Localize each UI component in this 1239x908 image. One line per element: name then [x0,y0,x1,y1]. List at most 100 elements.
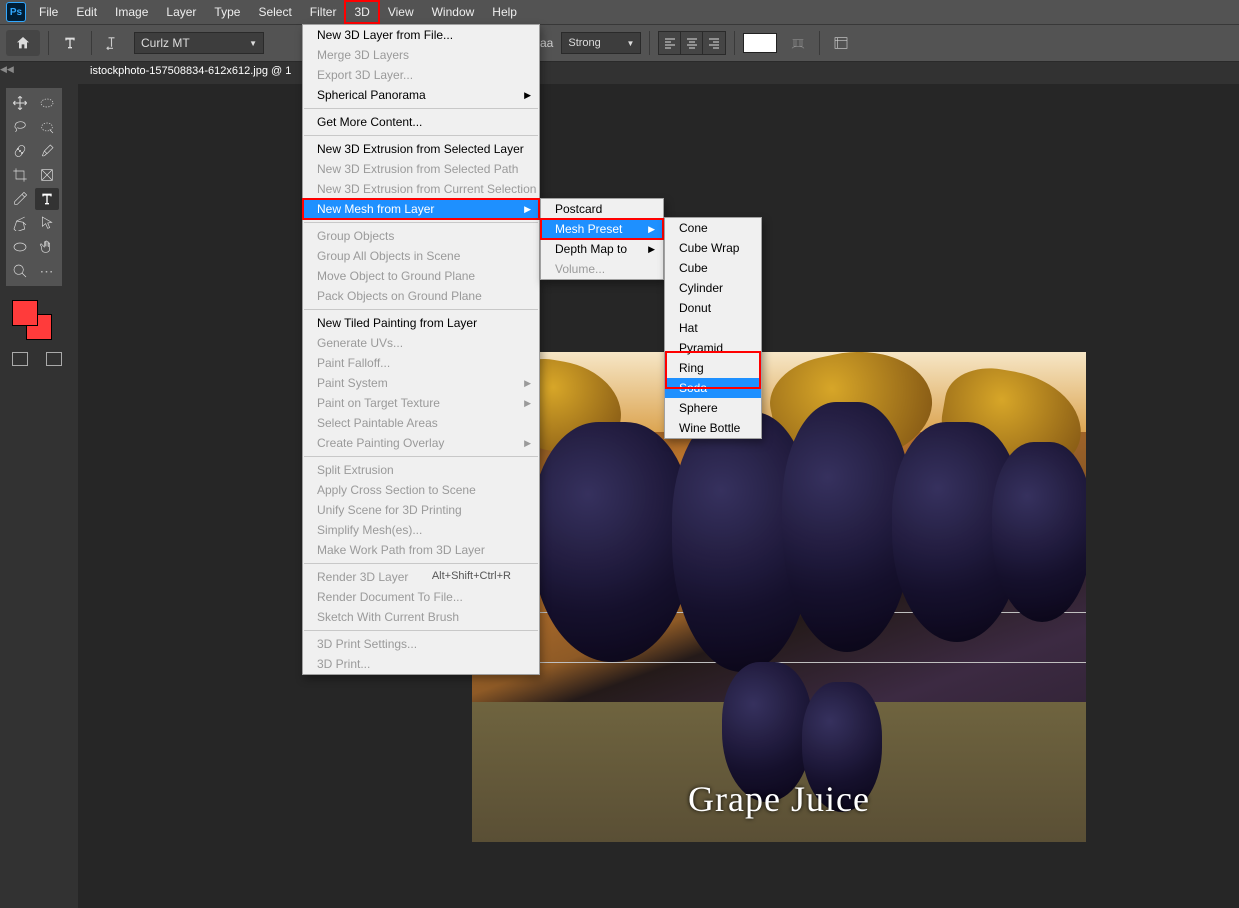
pen-tool[interactable] [8,212,32,234]
submenu-new-mesh: PostcardMesh PresetDepth Map toVolume... [540,198,664,280]
foreground-color-swatch[interactable] [12,300,38,326]
menu-help[interactable]: Help [483,1,526,23]
menuitem-new-tiled-painting-from-layer[interactable]: New Tiled Painting from Layer [303,313,539,333]
menuitem-wine-bottle[interactable]: Wine Bottle [665,418,761,438]
menuitem-mesh-preset[interactable]: Mesh Preset [541,219,663,239]
divider [48,31,49,55]
menu-3d[interactable]: 3D [345,1,378,23]
menuitem-new-3d-extrusion-from-selected-layer[interactable]: New 3D Extrusion from Selected Layer [303,139,539,159]
marquee-tool[interactable] [35,92,59,114]
menuitem-soda[interactable]: Soda [665,378,761,398]
menu-type[interactable]: Type [205,1,249,23]
quickmask-toggle[interactable] [12,352,28,366]
menuitem-new-3d-layer-from-file[interactable]: New 3D Layer from File... [303,25,539,45]
color-picker-swatches[interactable] [12,300,54,342]
frame-tool[interactable] [35,164,59,186]
character-panel-button[interactable] [828,30,854,56]
orientation-toggle[interactable] [100,30,126,56]
antialias-dropdown[interactable]: Strong ▼ [561,32,641,54]
align-center-button[interactable] [681,32,703,54]
menuitem-split-extrusion: Split Extrusion [303,460,539,480]
menu-image[interactable]: Image [106,1,157,23]
ellipsis-icon: ⋯ [40,263,55,280]
edit-toolbar[interactable]: ⋯ [35,260,59,282]
menu-separator [304,222,538,223]
quick-select-tool[interactable] [35,116,59,138]
type-tool-indicator[interactable] [57,30,83,56]
menuitem-group-all-objects-in-scene: Group All Objects in Scene [303,246,539,266]
warp-text-button[interactable] [785,30,811,56]
canvas-text-layer[interactable]: Grape Juice [688,778,870,820]
path-select-tool[interactable] [35,212,59,234]
menu-layer[interactable]: Layer [157,1,205,23]
home-button[interactable] [6,30,40,56]
chevron-down-icon: ▼ [626,39,634,48]
menu-view[interactable]: View [379,1,423,23]
menuitem-hat[interactable]: Hat [665,318,761,338]
menuitem-paint-falloff: Paint Falloff... [303,353,539,373]
font-family-value: Curlz MT [141,36,190,50]
menuitem-cube[interactable]: Cube [665,258,761,278]
menuitem-cube-wrap[interactable]: Cube Wrap [665,238,761,258]
move-icon [12,95,28,111]
menubar: Ps FileEditImageLayerTypeSelectFilter3DV… [0,0,1239,24]
crop-icon [12,167,28,183]
screenmode-toggle[interactable] [46,352,62,366]
menuitem-new-3d-extrusion-from-current-selection: New 3D Extrusion from Current Selection [303,179,539,199]
menu-3d-dropdown: New 3D Layer from File...Merge 3D Layers… [302,24,540,675]
menuitem-paint-on-target-texture: Paint on Target Texture [303,393,539,413]
crop-tool[interactable] [8,164,32,186]
divider [91,31,92,55]
text-color-swatch[interactable] [743,33,777,53]
menuitem-get-more-content[interactable]: Get More Content... [303,112,539,132]
menu-file[interactable]: File [30,1,67,23]
divider [734,31,735,55]
menuitem-depth-map-to[interactable]: Depth Map to [541,239,663,259]
shape-tool[interactable] [8,236,32,258]
menu-window[interactable]: Window [423,1,484,23]
eyedropper-icon [12,191,28,207]
document-tab[interactable]: istockphoto-157508834-612x612.jpg @ 1 [78,62,303,84]
menuitem-export-3d-layer: Export 3D Layer... [303,65,539,85]
menuitem-3d-print-settings: 3D Print Settings... [303,634,539,654]
options-bar: Curlz MT ▼ aa Strong ▼ [0,24,1239,62]
menuitem-postcard[interactable]: Postcard [541,199,663,219]
image-detail [532,422,692,662]
align-right-button[interactable] [703,32,725,54]
heal-tool[interactable] [8,140,32,162]
menuitem-spherical-panorama[interactable]: Spherical Panorama [303,85,539,105]
menuitem-new-mesh-from-layer[interactable]: New Mesh from Layer [303,199,539,219]
menu-edit[interactable]: Edit [67,1,106,23]
warp-icon [790,35,806,51]
menuitem-render-3d-layer: Render 3D LayerAlt+Shift+Ctrl+R [303,567,539,587]
font-family-dropdown[interactable]: Curlz MT ▼ [134,32,264,54]
menuitem-pyramid[interactable]: Pyramid [665,338,761,358]
antialias-value: Strong [568,37,600,49]
menuitem-sketch-with-current-brush: Sketch With Current Brush [303,607,539,627]
eyedropper-tool[interactable] [8,188,32,210]
menuitem-group-objects: Group Objects [303,226,539,246]
lasso-icon [12,119,28,135]
type-tool[interactable] [35,188,59,210]
menu-select[interactable]: Select [249,1,300,23]
align-right-icon [708,37,720,49]
zoom-tool[interactable] [8,260,32,282]
collapse-toggle[interactable]: ◀◀ [0,64,14,74]
menu-separator [304,630,538,631]
heal-icon [12,143,28,159]
menuitem-cone[interactable]: Cone [665,218,761,238]
align-left-button[interactable] [659,32,681,54]
move-tool[interactable] [8,92,32,114]
type-icon [62,35,78,51]
menuitem-move-object-to-ground-plane: Move Object to Ground Plane [303,266,539,286]
document-canvas[interactable]: Grape Juice [472,352,1086,842]
brush-tool[interactable] [35,140,59,162]
menuitem-cylinder[interactable]: Cylinder [665,278,761,298]
menu-filter[interactable]: Filter [301,1,346,23]
menuitem-new-3d-extrusion-from-selected-path: New 3D Extrusion from Selected Path [303,159,539,179]
lasso-tool[interactable] [8,116,32,138]
menuitem-donut[interactable]: Donut [665,298,761,318]
menuitem-sphere[interactable]: Sphere [665,398,761,418]
hand-tool[interactable] [35,236,59,258]
menuitem-ring[interactable]: Ring [665,358,761,378]
